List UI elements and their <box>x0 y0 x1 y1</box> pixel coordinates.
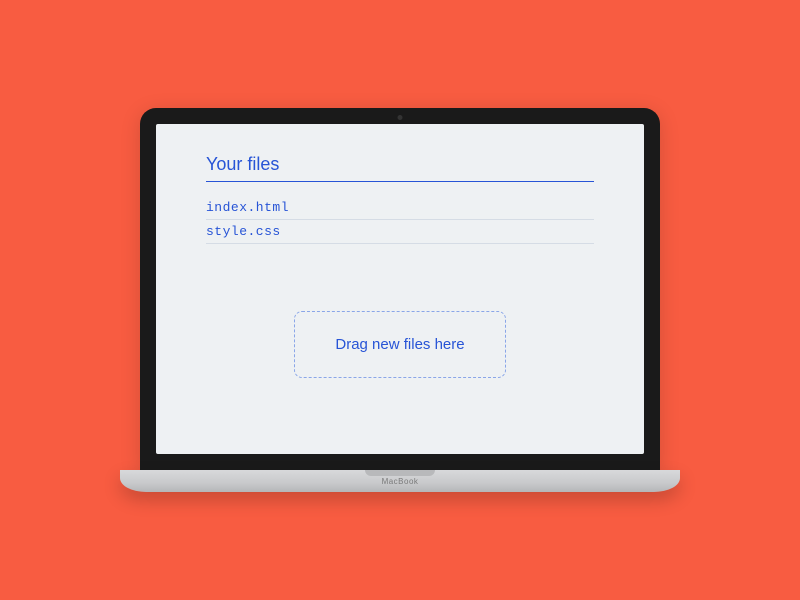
dropzone-container: Drag new files here <box>206 264 594 424</box>
files-heading: Your files <box>206 154 594 182</box>
list-item[interactable]: style.css <box>206 220 594 244</box>
device-brand-label: MacBook <box>382 477 419 486</box>
file-list: index.html style.css <box>206 196 594 244</box>
list-item[interactable]: index.html <box>206 196 594 220</box>
screen-content: Your files index.html style.css Drag new… <box>156 124 644 454</box>
screen-bezel: Your files index.html style.css Drag new… <box>140 108 660 470</box>
hinge-notch <box>365 470 435 476</box>
file-dropzone[interactable]: Drag new files here <box>294 311 505 378</box>
camera-icon <box>398 115 403 120</box>
laptop-mockup: Your files index.html style.css Drag new… <box>120 108 680 492</box>
laptop-base: MacBook <box>120 470 680 492</box>
